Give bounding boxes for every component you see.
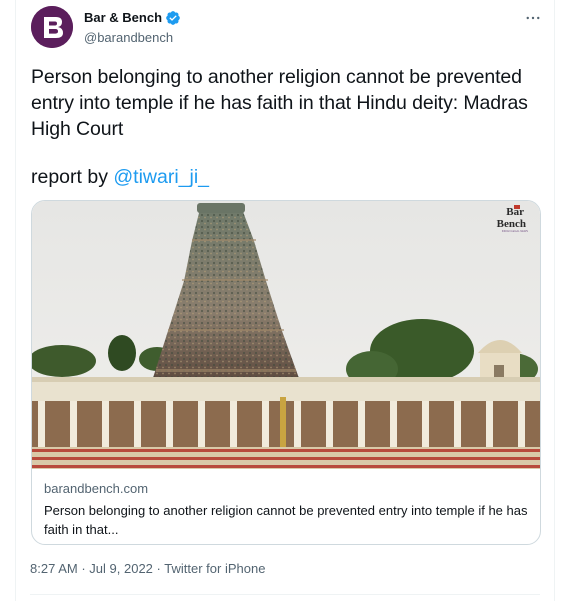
tweet-source[interactable]: Twitter for iPhone	[164, 561, 265, 576]
author-names: Bar & Bench @barandbench	[84, 8, 181, 45]
display-name[interactable]: Bar & Bench	[84, 10, 162, 25]
meta-separator: ·	[81, 561, 86, 576]
report-line: report by @tiwari_ji_	[31, 164, 209, 190]
bar-and-bench-logo-icon	[31, 6, 73, 48]
tweet-header: Bar & Bench @barandbench	[31, 6, 541, 50]
more-horizontal-icon[interactable]	[521, 8, 545, 28]
watermark-bench: Bench	[497, 218, 526, 230]
report-prefix: report by	[31, 166, 114, 188]
verified-badge-icon	[165, 10, 181, 26]
card-domain: barandbench.com	[44, 481, 149, 496]
mention-link[interactable]: @tiwari_ji_	[113, 166, 209, 188]
link-card[interactable]: Bar Bench INDIAN LEGAL NEWS barandbench.…	[31, 200, 541, 545]
author-handle[interactable]: @barandbench	[84, 30, 181, 45]
meta-separator: ·	[156, 561, 161, 576]
card-body: barandbench.com Person belonging to anot…	[44, 480, 530, 539]
tweet-meta: 8:27 AM · Jul 9, 2022 · Twitter for iPho…	[30, 561, 265, 576]
card-image[interactable]: Bar Bench INDIAN LEGAL NEWS	[32, 201, 540, 469]
watermark-tagline: INDIAN LEGAL NEWS	[502, 229, 529, 233]
tweet-time[interactable]: 8:27 AM	[30, 561, 78, 576]
tweet-date[interactable]: Jul 9, 2022	[89, 561, 153, 576]
card-description: Person belonging to another religion can…	[44, 503, 528, 537]
temple-photo: Bar Bench INDIAN LEGAL NEWS	[32, 201, 540, 469]
divider	[30, 594, 540, 595]
tweet-text: Person belonging to another religion can…	[31, 66, 528, 140]
tweet-container: Bar & Bench @barandbench Person belongin…	[15, 0, 555, 601]
avatar[interactable]	[31, 6, 73, 48]
